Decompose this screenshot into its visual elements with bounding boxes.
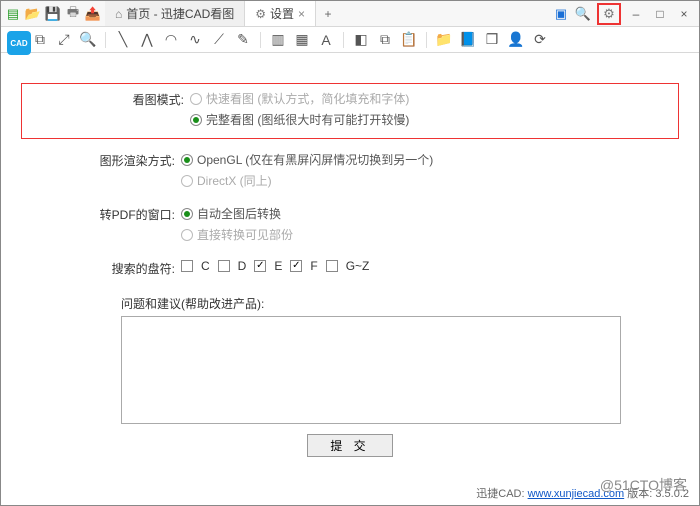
window-maximize-button[interactable]: □: [651, 7, 669, 21]
toolbar-separator: [105, 32, 106, 48]
render-directx-text: DirectX (同上): [197, 172, 272, 189]
drive-f-label: F: [310, 259, 317, 273]
tool-book-icon[interactable]: 📘: [459, 31, 477, 49]
view-mode-full-text: 完整看图 (图纸很大时有可能打开较慢): [206, 111, 409, 128]
tool-curve-icon[interactable]: ∿: [186, 31, 204, 49]
footer-prefix: 迅捷CAD:: [476, 488, 527, 500]
watermark-text: @51CTO博客: [600, 475, 687, 495]
tab-home[interactable]: ⌂ 首页 - 迅捷CAD看图: [105, 1, 245, 26]
tab-settings[interactable]: ⚙ 设置 ×: [245, 1, 316, 26]
tool-arc-icon[interactable]: ◠: [162, 31, 180, 49]
gear-icon: ⚙: [255, 7, 266, 21]
settings-panel: 看图模式: 快速看图 (默认方式，简化填充和字体) 完整看图 (图纸很大时有可能…: [1, 53, 699, 457]
view-mode-fast-option[interactable]: 快速看图 (默认方式，简化填充和字体): [190, 90, 670, 107]
view-mode-group: 看图模式: 快速看图 (默认方式，简化填充和字体) 完整看图 (图纸很大时有可能…: [21, 83, 679, 139]
tool-layer-icon[interactable]: ▥: [269, 31, 287, 49]
tool-paste-icon[interactable]: 📋: [400, 31, 418, 49]
drive-f-checkbox[interactable]: [290, 260, 302, 272]
radio-icon: [181, 175, 193, 187]
tool-window-icon[interactable]: ▦: [293, 31, 311, 49]
render-label: 图形渲染方式:: [21, 151, 181, 169]
render-directx-option[interactable]: DirectX (同上): [181, 172, 679, 189]
drives-label: 搜索的盘符:: [21, 259, 181, 277]
radio-icon: [190, 93, 202, 105]
save-icon[interactable]: 💾: [45, 6, 61, 22]
tool-folder-icon[interactable]: 📁: [435, 31, 453, 49]
drive-e-checkbox[interactable]: [254, 260, 266, 272]
titlebar-quick-icons: ▤ 📂 💾 🖶 📤: [1, 1, 105, 26]
pdf-direct-option[interactable]: 直接转换可见部份: [181, 226, 679, 243]
tool-polyline-icon[interactable]: ⋀: [138, 31, 156, 49]
app-logo-icon: CAD: [7, 31, 31, 55]
export-icon[interactable]: 📤: [85, 6, 101, 22]
tool-magnify-icon[interactable]: 🔍: [79, 31, 97, 49]
titlebar-right-icons: ▣ 🔍 ⚙ – □ ×: [547, 1, 699, 26]
submit-button[interactable]: 提 交: [307, 434, 392, 457]
view-mode-full-option[interactable]: 完整看图 (图纸很大时有可能打开较慢): [190, 111, 670, 128]
drive-gz-checkbox[interactable]: [326, 260, 338, 272]
tool-zoom-window-icon[interactable]: ⧉: [31, 31, 49, 49]
pdf-auto-text: 自动全图后转换: [197, 205, 281, 222]
tab-settings-label: 设置: [270, 5, 294, 22]
toolbar-separator: [426, 32, 427, 48]
toolbar-separator: [343, 32, 344, 48]
drive-c-checkbox[interactable]: [181, 260, 193, 272]
drive-e-label: E: [274, 259, 282, 273]
new-file-icon[interactable]: ▤: [5, 6, 21, 22]
tool-edit-icon[interactable]: ✎: [234, 31, 252, 49]
radio-icon: [181, 154, 193, 166]
screenshot-icon[interactable]: ▣: [553, 6, 569, 22]
tool-zoom-extents-icon[interactable]: ⤢: [55, 31, 73, 49]
render-opengl-text: OpenGL (仅在有黑屏闪屏情况切换到另一个): [197, 151, 433, 168]
window-close-button[interactable]: ×: [675, 7, 693, 21]
render-group: 图形渲染方式: OpenGL (仅在有黑屏闪屏情况切换到另一个) DirectX…: [21, 151, 679, 193]
zoom-out-icon[interactable]: 🔍: [575, 6, 591, 22]
drive-gz-label: G~Z: [346, 259, 370, 273]
drives-checkboxes: C D E F G~Z: [181, 259, 679, 273]
view-mode-fast-text: 快速看图 (默认方式，简化填充和字体): [206, 90, 409, 107]
view-mode-label: 看图模式:: [30, 90, 190, 108]
tab-close-icon[interactable]: ×: [298, 7, 305, 21]
tool-copy-icon[interactable]: ⧉: [376, 31, 394, 49]
radio-icon: [181, 208, 193, 220]
tab-home-label: 首页 - 迅捷CAD看图: [126, 5, 234, 22]
feedback-label: 问题和建议(帮助改进产品):: [121, 295, 679, 312]
title-bar: ▤ 📂 💾 🖶 📤 ⌂ 首页 - 迅捷CAD看图 ⚙ 设置 × + ▣ 🔍 ⚙ …: [1, 1, 699, 27]
tool-line-icon[interactable]: ╲: [114, 31, 132, 49]
radio-icon: [181, 229, 193, 241]
pdf-label: 转PDF的窗口:: [21, 205, 181, 223]
pdf-group: 转PDF的窗口: 自动全图后转换 直接转换可见部份: [21, 205, 679, 247]
tool-measure-icon[interactable]: ⟋: [210, 31, 228, 49]
pdf-direct-text: 直接转换可见部份: [197, 226, 293, 243]
pdf-auto-option[interactable]: 自动全图后转换: [181, 205, 679, 222]
open-file-icon[interactable]: 📂: [25, 6, 41, 22]
toolbar-separator: [260, 32, 261, 48]
main-toolbar: ↔ ⧉ ⤢ 🔍 ╲ ⋀ ◠ ∿ ⟋ ✎ ▥ ▦ A ◧ ⧉ 📋 📁 📘 ❒ 👤 …: [1, 27, 699, 53]
drives-group: 搜索的盘符: C D E F G~Z: [21, 259, 679, 277]
drive-d-label: D: [238, 259, 247, 273]
drive-d-checkbox[interactable]: [218, 260, 230, 272]
tab-strip: ⌂ 首页 - 迅捷CAD看图 ⚙ 设置 × +: [105, 1, 547, 26]
settings-gear-highlight: ⚙: [597, 3, 621, 25]
tab-add-button[interactable]: +: [316, 1, 340, 26]
print-icon[interactable]: 🖶: [65, 6, 81, 22]
settings-gear-icon[interactable]: ⚙: [601, 6, 617, 22]
home-icon: ⌂: [115, 7, 122, 21]
radio-icon: [190, 114, 202, 126]
tool-3d-icon[interactable]: ❒: [483, 31, 501, 49]
tool-refresh-icon[interactable]: ⟳: [531, 31, 549, 49]
window-minimize-button[interactable]: –: [627, 7, 645, 21]
drive-c-label: C: [201, 259, 210, 273]
tool-person-icon[interactable]: 👤: [507, 31, 525, 49]
tool-erase-icon[interactable]: ◧: [352, 31, 370, 49]
render-opengl-option[interactable]: OpenGL (仅在有黑屏闪屏情况切换到另一个): [181, 151, 679, 168]
feedback-textarea[interactable]: [121, 316, 621, 424]
tool-text-icon[interactable]: A: [317, 31, 335, 49]
